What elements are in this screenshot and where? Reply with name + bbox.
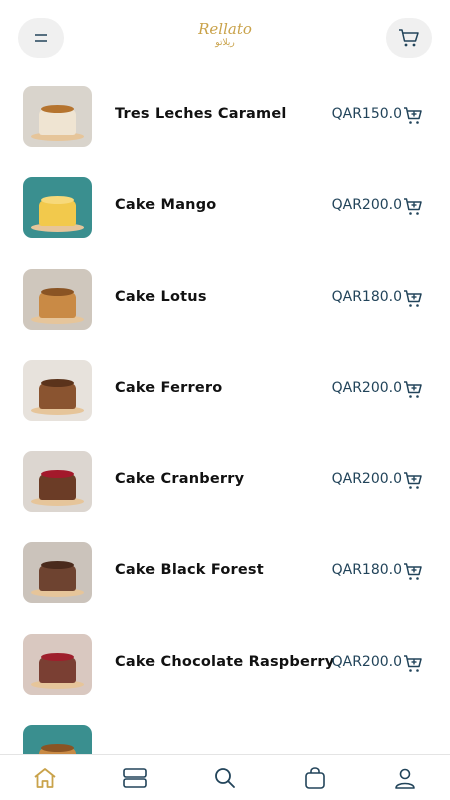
nav-home[interactable] [32, 765, 58, 791]
product-name: Cake Black Forest [115, 562, 264, 579]
profile-icon [395, 768, 415, 789]
product-image[interactable] [23, 542, 92, 604]
add-to-cart-icon[interactable] [403, 471, 423, 491]
product-price: QAR200.0 [331, 471, 402, 488]
home-icon [34, 768, 56, 788]
product-name: Cake Mango [115, 197, 217, 214]
nav-bag[interactable] [302, 765, 328, 791]
cart-button[interactable] [386, 18, 432, 58]
product-name: Cake Lotus [115, 288, 207, 305]
product-name: Cake Cranberry [115, 471, 245, 488]
brand-logo: Rellato ريلاتو [198, 22, 252, 50]
product-list: Tres Leches Caramel QAR150.0 Cake Mango QAR… [0, 76, 450, 754]
product-price: QAR180.0 [331, 562, 402, 579]
product-item[interactable]: Cake Lotus QAR180.0 [0, 259, 450, 350]
logo-subtext: ريلاتو [215, 38, 235, 48]
add-to-cart-icon[interactable] [403, 380, 423, 400]
nav-categories[interactable] [122, 765, 148, 791]
menu-icon [35, 34, 47, 42]
add-to-cart-icon[interactable] [403, 197, 423, 217]
product-name: Cake Chocolate Raspberry [115, 653, 335, 670]
product-price: QAR180.0 [331, 288, 402, 305]
product-image[interactable] [23, 177, 92, 239]
product-price: QAR200.0 [331, 653, 402, 670]
product-name: Tres Leches Caramel [115, 106, 287, 122]
bottom-navigation [0, 754, 450, 800]
nav-search[interactable] [212, 765, 238, 791]
menu-button[interactable] [18, 18, 64, 58]
product-price: QAR200.0 [331, 379, 402, 396]
nav-profile[interactable] [392, 765, 418, 791]
search-icon [215, 768, 235, 788]
product-item[interactable]: Tres Leches Caramel QAR150.0 [0, 76, 450, 167]
cart-icon [399, 29, 419, 47]
add-to-cart-icon[interactable] [403, 654, 423, 674]
product-price: QAR200.0 [331, 197, 402, 214]
product-item[interactable]: Cake Chocolate Raspberry QAR200.0 [0, 624, 450, 715]
product-image[interactable] [23, 268, 92, 330]
product-name: Cake Ferrero [115, 379, 223, 396]
categories-icon [123, 768, 147, 788]
product-image[interactable] [23, 451, 92, 513]
add-to-cart-icon[interactable] [403, 562, 423, 582]
product-item[interactable]: Cake Cranberry QAR200.0 [0, 441, 450, 532]
add-to-cart-icon[interactable] [403, 289, 423, 309]
bag-icon [305, 767, 325, 789]
app-header: Rellato ريلاتو [0, 0, 450, 76]
product-image[interactable] [23, 725, 92, 754]
product-item[interactable] [0, 715, 450, 754]
product-image[interactable] [23, 633, 92, 695]
product-item[interactable]: Cake Mango QAR200.0 [0, 167, 450, 258]
product-price: QAR150.0 [331, 106, 402, 122]
product-image[interactable] [23, 359, 92, 421]
product-item[interactable]: Cake Ferrero QAR200.0 [0, 350, 450, 441]
product-image[interactable] [23, 86, 92, 147]
product-item[interactable]: Cake Black Forest QAR180.0 [0, 532, 450, 623]
add-to-cart-icon[interactable] [403, 106, 423, 126]
